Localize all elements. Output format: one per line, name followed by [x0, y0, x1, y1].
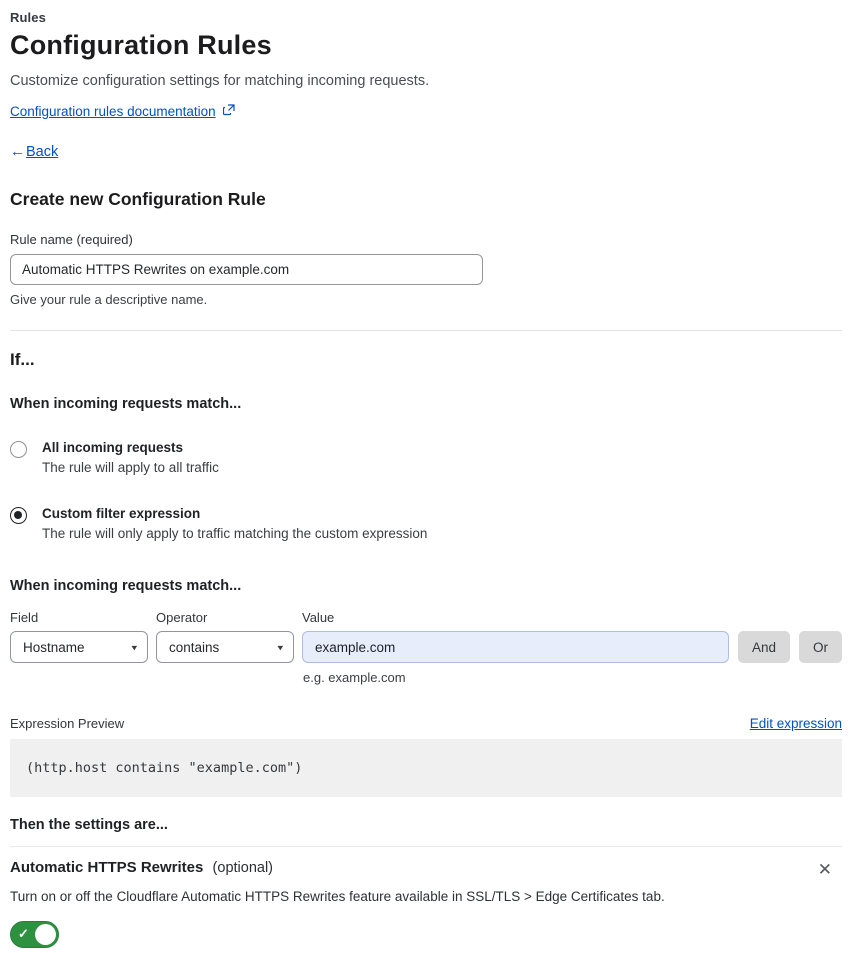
field-selected-value: Hostname	[23, 639, 85, 655]
back-arrow-icon: ←	[10, 143, 25, 160]
value-help-text: e.g. example.com	[303, 670, 406, 685]
operator-selected-value: contains	[169, 639, 220, 655]
breadcrumb: Rules	[10, 10, 46, 25]
match-type-heading: When incoming requests match...	[10, 396, 242, 412]
radio-option-label: Custom filter expression	[42, 506, 201, 521]
match-type-radio-group: All incoming requests The rule will appl…	[10, 440, 842, 541]
radio-option-label: All incoming requests	[42, 440, 184, 455]
chevron-down-icon: ▾	[131, 642, 137, 653]
expression-preview-code: (http.host contains "example.com")	[10, 739, 842, 797]
radio-unselected-icon[interactable]	[10, 441, 27, 458]
rule-name-label: Rule name (required)	[10, 232, 133, 247]
create-rule-heading: Create new Configuration Rule	[10, 189, 266, 209]
then-settings-heading: Then the settings are...	[10, 817, 168, 833]
page-subtitle: Customize configuration settings for mat…	[10, 73, 430, 89]
section-divider	[10, 330, 842, 331]
field-label: Field	[10, 610, 39, 625]
setting-title: Automatic HTTPS Rewrites (optional)	[10, 859, 273, 876]
expression-preview-label: Expression Preview	[10, 716, 125, 731]
automatic-https-rewrites-toggle[interactable]: ✓	[10, 921, 59, 948]
radio-custom-filter-expression[interactable]: Custom filter expression The rule will o…	[10, 506, 842, 541]
radio-selected-icon[interactable]	[10, 507, 27, 524]
setting-name: Automatic HTTPS Rewrites	[10, 859, 204, 876]
toggle-knob	[35, 924, 56, 945]
documentation-link[interactable]: Configuration rules documentation	[10, 104, 216, 119]
check-icon: ✓	[18, 926, 29, 941]
expression-builder-heading: When incoming requests match...	[10, 578, 242, 594]
operator-select[interactable]: contains ▾	[156, 631, 294, 663]
edit-expression-link[interactable]: Edit expression	[750, 716, 842, 731]
value-label: Value	[302, 610, 335, 625]
and-button[interactable]: And	[737, 631, 790, 663]
rule-name-help: Give your rule a descriptive name.	[10, 292, 208, 307]
configuration-rules-page: Rules Configuration Rules Customize conf…	[0, 0, 852, 953]
or-button[interactable]: Or	[799, 631, 842, 663]
value-input[interactable]	[302, 631, 729, 663]
setting-optional-label: (optional)	[212, 860, 273, 876]
if-heading: If...	[10, 350, 35, 369]
field-select[interactable]: Hostname ▾	[10, 631, 148, 663]
setting-description: Turn on or off the Cloudflare Automatic …	[10, 889, 665, 904]
rule-name-input[interactable]	[10, 254, 483, 285]
setting-divider	[10, 846, 842, 847]
page-title: Configuration Rules	[10, 30, 272, 60]
chevron-down-icon: ▾	[277, 642, 283, 653]
radio-option-description: The rule will only apply to traffic matc…	[42, 526, 428, 541]
radio-option-description: The rule will apply to all traffic	[42, 460, 219, 475]
external-link-icon	[222, 104, 235, 119]
operator-label: Operator	[156, 610, 208, 625]
expression-builder: Field Operator Value Hostname ▾ contains…	[10, 610, 842, 685]
radio-all-incoming-requests[interactable]: All incoming requests The rule will appl…	[10, 440, 842, 475]
back-link[interactable]: Back	[26, 144, 58, 160]
close-icon[interactable]: ✕	[812, 859, 838, 880]
